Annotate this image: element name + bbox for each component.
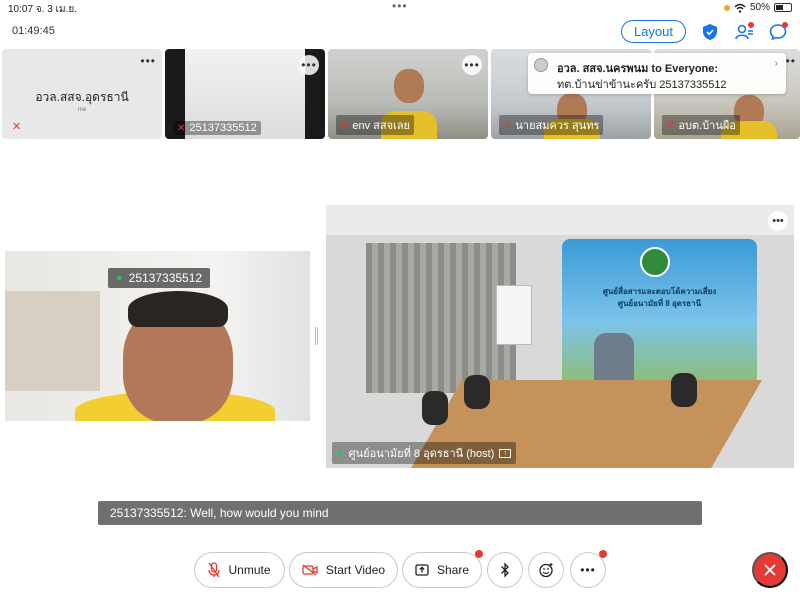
battery-icon — [774, 3, 792, 12]
start-video-label: Start Video — [325, 563, 386, 577]
video-chair — [422, 391, 448, 425]
participant-thumbnail[interactable]: ••• ✕ env สสจเลย — [328, 49, 488, 139]
participant-name: env สสจเลย — [352, 120, 411, 132]
orange-dot-icon — [723, 4, 730, 11]
unmute-label: Unmute — [228, 563, 271, 577]
reactions-button[interactable] — [528, 552, 564, 588]
more-options-icon[interactable]: ••• — [140, 54, 156, 68]
speaker-label: ● 25137335512 — [108, 268, 211, 288]
mic-on-icon: ● — [116, 272, 123, 284]
leave-meeting-button[interactable] — [752, 552, 788, 588]
more-button[interactable]: ••• — [570, 550, 607, 588]
mic-off-icon: ✕ — [340, 119, 349, 131]
status-bar: 10:07 จ. 3 เม.ย. ••• 50% — [0, 0, 800, 16]
participant-me-label: me — [77, 107, 87, 113]
participant-video-person — [394, 69, 424, 103]
layout-button[interactable]: Layout — [620, 20, 686, 43]
participant-name: 25137335512 — [189, 122, 257, 134]
share-button[interactable]: Share — [402, 550, 483, 588]
video-shelf — [5, 291, 100, 391]
video-curtain — [366, 243, 516, 393]
mic-off-icon: ✕ — [177, 122, 186, 134]
closed-caption: 25137335512: Well, how would you mind — [98, 501, 702, 525]
video-off-icon — [302, 564, 318, 576]
shield-icon[interactable] — [700, 22, 720, 42]
status-right: 50% — [723, 2, 792, 13]
screen-share-icon: ↑ — [499, 448, 512, 458]
participant-name: อวล.สสจ.อุดรธานี — [35, 90, 129, 104]
participant-label: ✕ อบต.บ้านผือ — [662, 115, 740, 135]
active-speaker-video[interactable]: ● 25137335512 — [5, 251, 310, 421]
video-ceiling — [326, 205, 794, 235]
participants-icon[interactable] — [734, 21, 754, 42]
video-chair — [671, 373, 697, 407]
host-video[interactable]: ศูนย์สื่อสารและตอบโต้ความเสี่ยง ศูนย์อนา… — [326, 205, 794, 468]
host-name: ศูนย์อนามัยที่ 8 อุดรธานี (host) — [348, 448, 495, 460]
more-options-icon[interactable]: ••• — [462, 55, 482, 75]
wifi-icon — [734, 3, 746, 13]
video-whiteboard — [496, 285, 532, 345]
sender-avatar — [534, 58, 548, 72]
multitask-dots[interactable]: ••• — [392, 0, 408, 13]
bluetooth-button[interactable] — [487, 552, 523, 588]
more-options-icon[interactable]: ••• — [299, 55, 319, 75]
meeting-toolbar: Unmute Start Video Share ••• — [0, 550, 800, 590]
split-handle[interactable] — [315, 327, 318, 345]
video-chair — [464, 375, 490, 409]
speaker-hair — [128, 291, 228, 327]
unmute-button[interactable]: Unmute — [194, 552, 285, 588]
top-controls: Layout — [620, 20, 788, 43]
video-person — [594, 333, 634, 381]
mic-off-icon: ✕ — [12, 121, 22, 133]
participant-thumbnail[interactable]: ••• ✕ 25137335512 — [165, 49, 325, 139]
share-badge — [475, 550, 483, 558]
share-screen-icon — [415, 564, 429, 576]
participant-label: ✕ env สสจเลย — [336, 115, 415, 135]
chevron-right-icon: › — [774, 58, 778, 69]
more-badge — [599, 550, 607, 558]
speaker-name: 25137335512 — [128, 271, 203, 285]
start-video-button[interactable]: Start Video — [289, 552, 398, 588]
chat-badge — [782, 21, 788, 28]
more-options-icon[interactable]: ••• — [768, 211, 788, 231]
participant-label: ✕ นายสมควร สุนทร — [499, 115, 604, 135]
mic-off-icon — [208, 562, 221, 578]
participant-label: ✕ 25137335512 — [173, 121, 261, 135]
host-label: ● ศูนย์อนามัยที่ 8 อุดรธานี (host) ↑ — [332, 442, 517, 464]
chat-icon[interactable] — [768, 21, 788, 42]
video-banner: ศูนย์สื่อสารและตอบโต้ความเสี่ยง ศูนย์อนา… — [562, 239, 757, 389]
participants-badge — [748, 21, 754, 28]
battery-percent: 50% — [749, 2, 770, 13]
participant-name: อบต.บ้านผือ — [678, 120, 736, 132]
bluetooth-icon — [501, 562, 509, 578]
mic-on-icon: ● — [337, 447, 344, 459]
mic-off-icon: ✕ — [503, 119, 512, 131]
close-icon — [764, 564, 776, 576]
chat-notification[interactable]: อวล. สสจ.นครพนม to Everyone: ทต.บ้านข่าข… — [528, 53, 786, 94]
participant-thumbnail[interactable]: อวล.สสจ.อุดรธานี me ✕ ••• — [2, 49, 162, 139]
more-horizontal-icon: ••• — [580, 563, 596, 577]
chat-message: ทต.บ้านข่าข้านะครับ 25137335512 — [557, 79, 727, 91]
status-time: 10:07 จ. 3 เม.ย. — [8, 4, 77, 15]
ministry-logo-icon — [640, 247, 670, 277]
participant-name: นายสมควร สุนทร — [515, 120, 600, 132]
share-label: Share — [436, 563, 470, 577]
meeting-timer: 01:49:45 — [12, 25, 55, 37]
banner-line2: ศูนย์อนามัยที่ 8 อุดรธานี — [617, 299, 702, 308]
emoji-icon — [539, 563, 553, 578]
mic-off-icon: ✕ — [666, 119, 675, 131]
